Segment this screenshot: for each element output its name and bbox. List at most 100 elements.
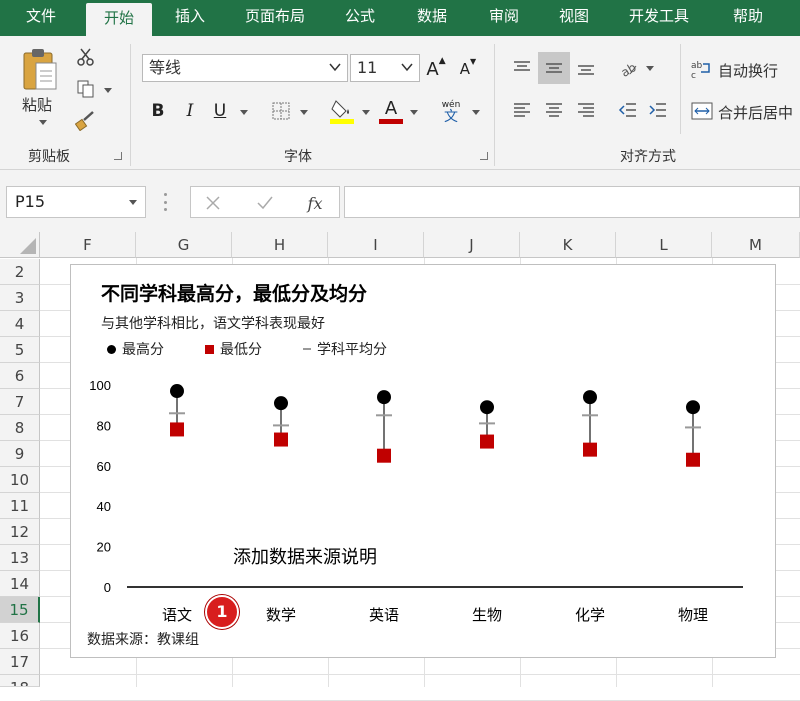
row-header[interactable]: 14 (0, 571, 40, 597)
name-box[interactable]: P15 (6, 186, 146, 218)
tab-data[interactable]: 数据 (402, 0, 462, 36)
row-header[interactable]: 3 (0, 285, 40, 311)
chart-annotation[interactable]: 添加数据来源说明 (233, 543, 377, 569)
italic-button[interactable]: I (178, 98, 202, 124)
increase-font-size-button[interactable]: A ▲ (424, 56, 448, 82)
y-tick-label[interactable]: 60 (97, 459, 111, 474)
max-score-point[interactable] (480, 400, 494, 415)
column-header-j[interactable]: J (424, 232, 520, 258)
tab-file[interactable]: 文件 (12, 0, 70, 36)
y-tick-label[interactable]: 20 (97, 540, 111, 555)
row-header[interactable]: 5 (0, 337, 40, 363)
min-score-point[interactable] (170, 422, 184, 437)
x-category-label[interactable]: 物理 (678, 607, 708, 624)
min-score-point[interactable] (686, 452, 700, 467)
column-header-m[interactable]: M (712, 232, 800, 258)
paste-icon[interactable] (18, 44, 62, 94)
copy-dropdown-icon[interactable] (104, 88, 112, 93)
min-score-point[interactable] (274, 432, 288, 447)
row-header[interactable]: 4 (0, 311, 40, 337)
decrease-font-size-button[interactable]: A ▼ (456, 56, 480, 82)
merge-center-icon[interactable] (690, 98, 714, 124)
max-score-point[interactable] (274, 396, 288, 411)
plot-area[interactable]: 0 20 40 60 80 100 语文 数学 英语 生物 化学 物理 (71, 265, 777, 659)
row-header[interactable]: 6 (0, 363, 40, 389)
align-top-icon[interactable] (508, 54, 536, 82)
row-header[interactable]: 11 (0, 493, 40, 519)
wrap-text-button[interactable]: 自动换行 (718, 60, 778, 81)
align-bottom-icon[interactable] (572, 54, 600, 82)
insert-function-button[interactable]: fx (301, 191, 329, 215)
align-right-icon[interactable] (572, 96, 600, 124)
border-icon[interactable] (268, 98, 294, 124)
bold-button[interactable]: B (146, 98, 170, 124)
y-tick-label[interactable]: 80 (97, 418, 111, 433)
max-score-point[interactable] (686, 400, 700, 415)
font-color-icon[interactable]: A (378, 96, 404, 126)
row-header[interactable]: 2 (0, 259, 40, 285)
min-score-point[interactable] (480, 434, 494, 449)
decrease-indent-icon[interactable] (614, 96, 642, 124)
border-dropdown-icon[interactable] (300, 110, 308, 115)
row-header[interactable]: 18 (0, 675, 40, 687)
min-score-point[interactable] (583, 442, 597, 457)
paste-dropdown-icon[interactable] (39, 120, 47, 125)
column-header-g[interactable]: G (136, 232, 232, 258)
orientation-dropdown-icon[interactable] (646, 66, 654, 71)
max-score-point[interactable] (170, 384, 184, 399)
copy-icon[interactable] (74, 78, 98, 100)
chart-source-note[interactable]: 数据来源：教课组 (87, 629, 199, 649)
min-score-point[interactable] (377, 448, 391, 463)
row-header[interactable]: 9 (0, 441, 40, 467)
font-name-select[interactable]: 等线 (142, 54, 348, 82)
y-tick-label[interactable]: 100 (89, 378, 111, 393)
tab-formulas[interactable]: 公式 (330, 0, 390, 36)
column-header-l[interactable]: L (616, 232, 712, 258)
phonetic-dropdown-icon[interactable] (472, 110, 480, 115)
row-header[interactable]: 7 (0, 389, 40, 415)
formula-input[interactable] (344, 186, 800, 218)
y-tick-label[interactable]: 0 (104, 580, 111, 595)
row-header[interactable]: 16 (0, 623, 40, 649)
max-score-point[interactable] (377, 390, 391, 405)
x-category-label[interactable]: 语文 (162, 607, 192, 624)
underline-dropdown-icon[interactable] (240, 110, 248, 115)
enter-check-icon[interactable] (253, 192, 277, 214)
select-all-corner[interactable] (0, 232, 40, 258)
row-header[interactable]: 12 (0, 519, 40, 545)
format-painter-icon[interactable] (74, 108, 98, 132)
align-center-icon[interactable] (540, 96, 568, 124)
fill-color-icon[interactable] (328, 96, 356, 126)
column-header-h[interactable]: H (232, 232, 328, 258)
tab-developer[interactable]: 开发工具 (614, 0, 704, 36)
tab-help[interactable]: 帮助 (718, 0, 778, 36)
x-category-label[interactable]: 生物 (472, 607, 502, 624)
column-header-k[interactable]: K (520, 232, 616, 258)
tab-view[interactable]: 视图 (546, 0, 602, 36)
row-header[interactable]: 10 (0, 467, 40, 493)
clipboard-launcher-icon[interactable] (114, 152, 122, 160)
x-category-label[interactable]: 化学 (575, 607, 605, 624)
phonetic-guide-icon[interactable]: wén 文 (436, 96, 466, 126)
fill-color-dropdown-icon[interactable] (362, 110, 370, 115)
orientation-icon[interactable]: ab (614, 54, 642, 82)
underline-button[interactable]: U (208, 98, 232, 124)
font-size-select[interactable]: 11 (350, 54, 420, 82)
column-header-f[interactable]: F (40, 232, 136, 258)
row-header[interactable]: 17 (0, 649, 40, 675)
chart-area[interactable]: 不同学科最高分，最低分及均分 与其他学科相比，语文学科表现最好 最高分 最低分 … (70, 264, 776, 658)
paste-button[interactable]: 粘贴 (22, 94, 52, 115)
increase-indent-icon[interactable] (644, 96, 672, 124)
drag-handle-icon[interactable] (164, 193, 168, 211)
row-header[interactable]: 8 (0, 415, 40, 441)
tab-review[interactable]: 审阅 (474, 0, 534, 36)
cancel-icon[interactable] (201, 192, 225, 214)
x-category-label[interactable]: 数学 (266, 607, 296, 624)
font-launcher-icon[interactable] (480, 152, 488, 160)
x-category-label[interactable]: 英语 (369, 606, 399, 624)
column-header-i[interactable]: I (328, 232, 424, 258)
tab-page-layout[interactable]: 页面布局 (232, 0, 318, 36)
row-header[interactable]: 13 (0, 545, 40, 571)
wrap-text-icon[interactable]: ab c (690, 56, 714, 82)
cut-icon[interactable] (74, 46, 98, 68)
